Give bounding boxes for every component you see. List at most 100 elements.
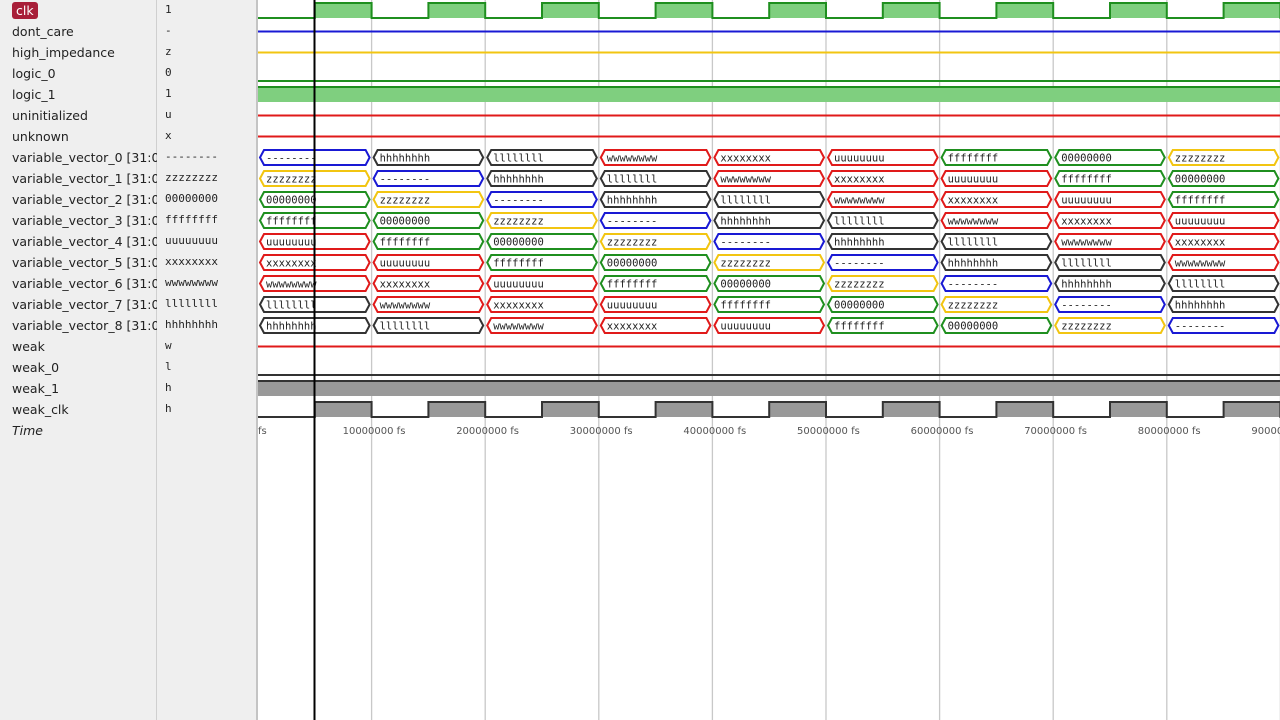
bus-segment-value: llllllll [720, 195, 771, 207]
weak-clk-wave-high-pulse [428, 402, 486, 417]
bus-segment-value: ffffffff [720, 300, 771, 312]
bus-segment-value: -------- [380, 174, 431, 186]
signal-name-uninitialized[interactable]: uninitialized [0, 105, 156, 126]
signal-name-label: weak [12, 339, 45, 354]
bus-segment-value: uuuuuuuu [380, 258, 431, 270]
signal-value-variable-vector-5: xxxxxxxx [165, 255, 218, 268]
signal-name-variable-vector-2[interactable]: variable_vector_2 [31:0] [0, 189, 164, 210]
bus-segment-value: 00000000 [720, 279, 771, 291]
signal-name-unknown[interactable]: unknown [0, 126, 156, 147]
signal-name-label: variable_vector_2 [31:0] [12, 192, 165, 207]
signal-name-variable-vector-0[interactable]: variable_vector_0 [31:0] [0, 147, 164, 168]
bus-segment-value: hhhhhhhh [607, 195, 658, 207]
clk-wave-high-pulse [996, 3, 1054, 18]
signal-value-variable-vector-2: 00000000 [165, 192, 218, 205]
signal-name-label: weak_0 [12, 360, 60, 375]
time-tick-label: fs [258, 426, 267, 437]
signal-name-logic-1[interactable]: logic_1 [0, 84, 156, 105]
clk-wave-high-pulse [1223, 3, 1280, 18]
weak-clk-wave-high-pulse [769, 402, 826, 417]
weak-1-fill [258, 381, 1280, 396]
bus-segment-value: wwwwwwww [1061, 237, 1112, 249]
signal-name-variable-vector-3[interactable]: variable_vector_3 [31:0] [0, 210, 164, 231]
signal-name-variable-vector-5[interactable]: variable_vector_5 [31:0] [0, 252, 164, 273]
bus-segment-value: -------- [266, 153, 317, 165]
signal-name-label: weak_clk [12, 402, 69, 417]
bus-segment-value: -------- [948, 279, 999, 291]
time-tick-label: 50000000 fs [797, 426, 860, 437]
signal-value-weak: w [165, 339, 172, 352]
bus-segment-value: uuuuuuuu [834, 153, 885, 165]
signal-value-variable-vector-4: uuuuuuuu [165, 234, 218, 247]
waveform-svg[interactable]: -------- hhhhhhhh llllllll wwwwwwww xxxxxxxx… [258, 0, 1280, 720]
bus-segment-value: zzzzzzzz [720, 258, 771, 270]
bus-segment-value: 00000000 [607, 258, 658, 270]
signal-value-variable-vector-6: wwwwwwww [165, 276, 218, 289]
signal-name-weak[interactable]: weak [0, 336, 156, 357]
bus-segment-value: llllllll [380, 321, 431, 333]
bus-segment-value: wwwwwwww [1175, 258, 1226, 270]
bus-segment-value: ffffffff [1061, 174, 1112, 186]
signal-value-variable-vector-3: ffffffff [165, 213, 218, 226]
bus-segment-value: 00000000 [834, 300, 885, 312]
signal-value-variable-vector-7: llllllll [165, 297, 218, 310]
signal-value-weak-0: l [165, 360, 172, 373]
bus-segment-value: xxxxxxxx [266, 258, 317, 270]
bus-segment-value: uuuuuuuu [1061, 195, 1112, 207]
signal-name-weak-clk[interactable]: weak_clk [0, 399, 156, 420]
signal-name-variable-vector-8[interactable]: variable_vector_8 [31:0] [0, 315, 164, 336]
bus-segment-value: -------- [607, 216, 658, 228]
bus-segment-value: llllllll [1175, 279, 1226, 291]
bus-segment-value: -------- [1061, 300, 1112, 312]
signal-name-variable-vector-1[interactable]: variable_vector_1 [31:0] [0, 168, 164, 189]
time-tick-label: 80000000 fs [1138, 426, 1201, 437]
bus-segment-value: llllllll [1061, 258, 1112, 270]
signal-name-label: uninitialized [12, 108, 88, 123]
signal-name-logic-0[interactable]: logic_0 [0, 63, 156, 84]
bus-segment-value: 00000000 [380, 216, 431, 228]
waveform-canvas[interactable]: -------- hhhhhhhh llllllll wwwwwwww xxxxxxxx… [258, 0, 1280, 720]
signal-name-weak-1[interactable]: weak_1 [0, 378, 156, 399]
bus-segment-value: xxxxxxxx [720, 153, 771, 165]
signal-name-label: logic_0 [12, 66, 56, 81]
signal-name-high-impedance[interactable]: high_impedance [0, 42, 156, 63]
bus-segment-value: ffffffff [380, 237, 431, 249]
signal-value-weak-1: h [165, 381, 172, 394]
bus-segment-value: ffffffff [607, 279, 658, 291]
bus-segment-value: xxxxxxxx [1175, 237, 1226, 249]
signal-name-label: variable_vector_5 [31:0] [12, 255, 165, 270]
bus-segment-value: 00000000 [1061, 153, 1112, 165]
signal-value-logic-1: 1 [165, 87, 172, 100]
weak-clk-wave-high-pulse [996, 402, 1054, 417]
clk-wave-high-pulse [655, 3, 713, 18]
bus-segment-value: ffffffff [266, 216, 317, 228]
bus-segment-value: 00000000 [1175, 174, 1226, 186]
signal-name-variable-vector-6[interactable]: variable_vector_6 [31:0] [0, 273, 164, 294]
bus-segment-value: hhhhhhhh [266, 321, 317, 333]
bus-segment-value: wwwwwwww [380, 300, 431, 312]
bus-segment-value: uuuuuuuu [1175, 216, 1226, 228]
signal-value-high-impedance: z [165, 45, 172, 58]
clk-wave-high-pulse [428, 3, 486, 18]
bus-segment-value: wwwwwwww [607, 153, 658, 165]
bus-segment-value: xxxxxxxx [493, 300, 544, 312]
signal-name-clk[interactable]: clk [0, 0, 156, 21]
bus-segment-value: hhhhhhhh [1175, 300, 1226, 312]
signal-name-dont-care[interactable]: dont_care [0, 21, 156, 42]
bus-segment-value: uuuuuuuu [948, 174, 999, 186]
signal-value-variable-vector-1: zzzzzzzz [165, 171, 218, 184]
clk-wave-high-pulse [769, 3, 826, 18]
signal-name-label: variable_vector_7 [31:0] [12, 297, 165, 312]
signal-name-variable-vector-4[interactable]: variable_vector_4 [31:0] [0, 231, 164, 252]
weak-clk-wave-high-pulse [1110, 402, 1167, 417]
signal-value-weak-clk: h [165, 402, 172, 415]
bus-segment-value: wwwwwwww [493, 321, 544, 333]
bus-segment-value: -------- [720, 237, 771, 249]
signal-name-weak-0[interactable]: weak_0 [0, 357, 156, 378]
time-tick-label: 10000000 fs [343, 426, 406, 437]
signal-name-variable-vector-7[interactable]: variable_vector_7 [31:0] [0, 294, 164, 315]
bus-segment-value: 00000000 [266, 195, 317, 207]
bus-segment-value: xxxxxxxx [1061, 216, 1112, 228]
bus-segment-value: hhhhhhhh [720, 216, 771, 228]
time-tick-label: 20000000 fs [456, 426, 519, 437]
